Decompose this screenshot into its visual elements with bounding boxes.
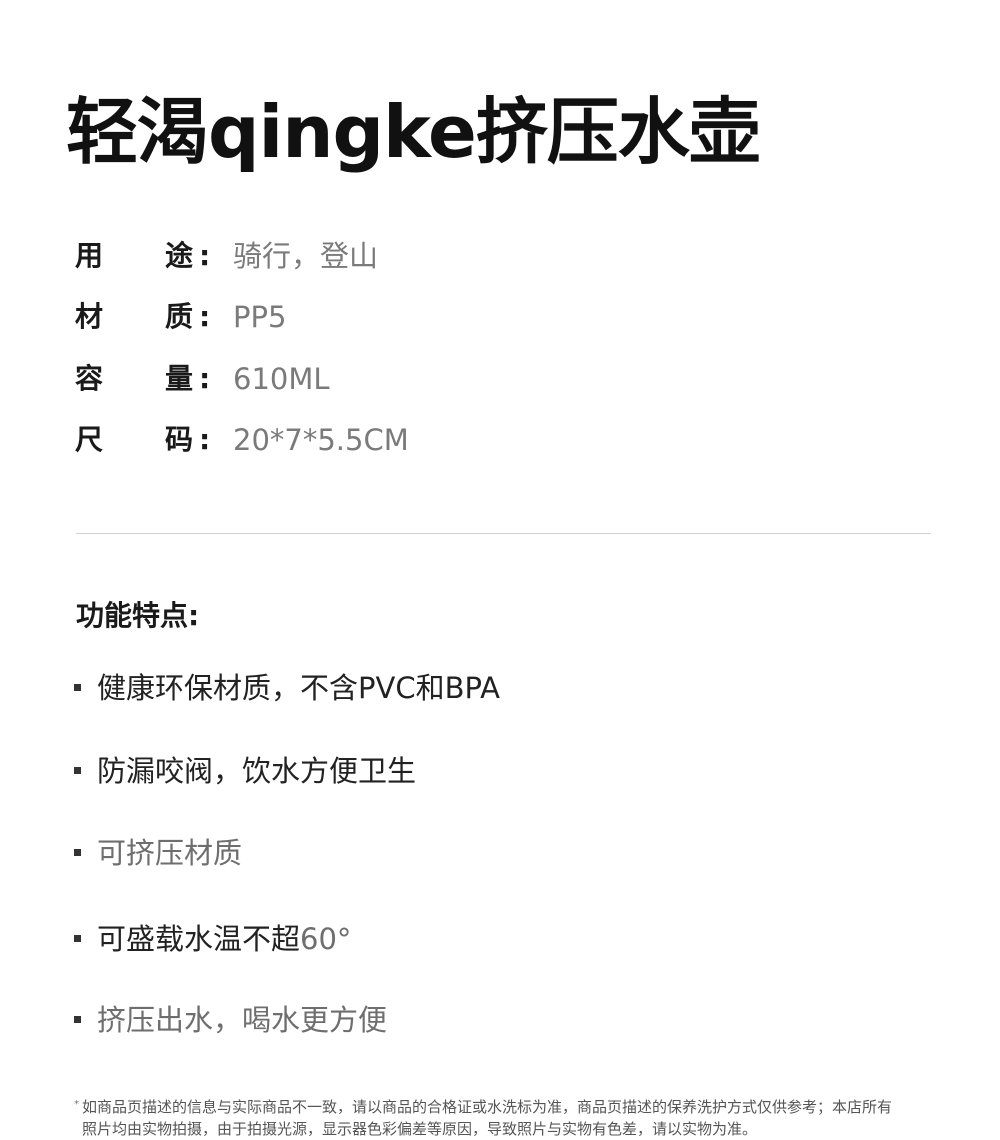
disclaimer-marker: * bbox=[74, 1099, 79, 1110]
spec-label-char-2: 量 bbox=[165, 362, 194, 395]
product-title: 轻渴qingke挤压水壶 bbox=[66, 90, 761, 174]
spec-label-char-2: 途 bbox=[165, 239, 194, 272]
bullet-icon bbox=[74, 849, 81, 856]
bullet-icon bbox=[74, 935, 81, 942]
spec-label-char-1: 材 bbox=[75, 300, 104, 333]
feature-text: 防漏咬阀，饮水方便卫生 bbox=[97, 754, 417, 788]
spec-label-char-2: 质 bbox=[165, 300, 194, 333]
bullet-icon bbox=[74, 767, 81, 774]
disclaimer: * 如商品页描述的信息与实际商品不一致，请以商品的合格证或水洗标为准，商品页描述… bbox=[74, 1096, 944, 1140]
spec-value-capacity: 610ML bbox=[233, 362, 330, 396]
spec-value-usage: 骑行，登山 bbox=[233, 239, 379, 273]
disclaimer-line-1: 如商品页描述的信息与实际商品不一致，请以商品的合格证或水洗标为准，商品页描述的保… bbox=[82, 1098, 893, 1116]
bullet-icon bbox=[74, 1016, 81, 1023]
feature-text-main: 可盛载水温不超 bbox=[97, 922, 301, 956]
feature-text: 可盛载水温不超60° bbox=[97, 917, 351, 961]
spec-row-capacity: 容 量 : 610ML bbox=[75, 359, 775, 399]
disclaimer-line-2: 照片均由实物拍摄，由于拍摄光源，显示器色彩偏差等原因，导致照片与实物有色差，请以… bbox=[82, 1120, 758, 1138]
feature-text: 健康环保材质，不含PVC和BPA bbox=[97, 671, 500, 705]
bullet-icon bbox=[74, 684, 81, 691]
feature-text: 可挤压材质 bbox=[97, 836, 243, 870]
spec-label-char-1: 尺 bbox=[75, 423, 104, 456]
feature-text: 挤压出水，喝水更方便 bbox=[97, 1003, 388, 1037]
spec-colon: : bbox=[199, 362, 211, 395]
spec-row-material: 材 质 : PP5 bbox=[75, 297, 775, 337]
features-heading: 功能特点: bbox=[76, 599, 200, 632]
feature-text-temperature: 60° bbox=[300, 922, 352, 956]
spec-colon: : bbox=[199, 300, 211, 333]
spec-value-size: 20*7*5.5CM bbox=[233, 423, 409, 457]
spec-value-material: PP5 bbox=[233, 300, 287, 334]
section-divider bbox=[76, 533, 931, 534]
spec-label-char-2: 码 bbox=[165, 423, 194, 456]
spec-row-usage: 用 途 : 骑行，登山 bbox=[75, 236, 775, 276]
spec-label-char-1: 容 bbox=[75, 362, 104, 395]
spec-label-char-1: 用 bbox=[75, 239, 104, 272]
spec-row-size: 尺 码 : 20*7*5.5CM bbox=[75, 420, 775, 460]
spec-colon: : bbox=[199, 423, 211, 456]
spec-colon: : bbox=[199, 239, 211, 272]
